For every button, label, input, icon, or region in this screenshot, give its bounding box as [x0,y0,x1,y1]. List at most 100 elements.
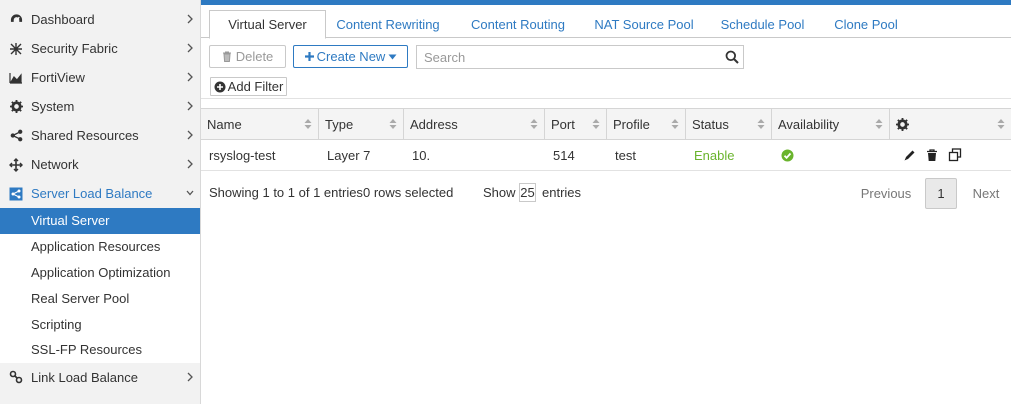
dashboard-icon [8,12,24,28]
tab-schedule-pool[interactable]: Schedule Pool [715,10,810,39]
sidebar-item-label: FortiView [31,70,85,85]
sort-icon [304,119,312,129]
column-header-availability[interactable]: Availability [772,109,890,139]
network-icon [8,157,24,173]
edit-icon[interactable] [901,147,917,163]
sidebar-subitem-scripting[interactable]: Scripting [0,311,200,337]
column-header-label: Port [551,116,575,132]
column-header-port[interactable]: Port [545,109,607,139]
cell-availability [775,140,794,170]
next-page-button[interactable]: Next [966,178,1006,209]
show-label: Show [483,185,516,200]
tab-content-rewriting[interactable]: Content Rewriting [329,10,447,39]
column-header-type[interactable]: Type [319,109,404,139]
column-header-label: Availability [778,116,840,132]
column-header-profile[interactable]: Profile [607,109,686,139]
create-new-button[interactable]: Create New [293,45,408,68]
gear-icon [896,117,909,131]
delete-button[interactable]: Delete [209,45,286,68]
delete-button-label: Delete [235,49,274,64]
sort-icon [592,119,600,129]
sidebar-item-label: Link Load Balance [31,369,138,385]
search-icon[interactable] [725,50,739,64]
sort-icon [671,119,679,129]
plus-circle-icon [214,81,226,92]
rows-selected-text: 0 rows selected [363,185,454,200]
column-header-address[interactable]: Address [404,109,545,139]
entries-summary: Showing 1 to 1 of 1 entries [209,185,363,200]
sort-icon [757,119,765,129]
chevron-right-icon [187,101,193,111]
chevron-right-icon [187,159,193,169]
entries-label: entries [542,185,582,200]
tab-content-routing[interactable]: Content Routing [463,10,573,39]
add-filter-button[interactable]: Add Filter [210,77,287,96]
cell-profile: test [615,147,636,163]
trash-icon [222,51,231,62]
sort-icon [997,119,1005,129]
sidebar-item-network[interactable]: Network [0,150,200,179]
chevron-right-icon [187,130,193,140]
link-icon [8,369,24,385]
sidebar-item-label: Server Load Balance [31,186,153,201]
column-header-settings[interactable] [890,109,1011,139]
plus-icon [304,52,314,61]
chevron-right-icon [187,372,193,382]
cell-status: Enable [694,147,735,163]
cell-name: rsyslog-test [209,147,276,163]
sidebar-item-label: Dashboard [31,12,95,27]
column-header-label: Status [692,116,729,132]
cell-type: Layer 7 [327,147,371,163]
tab-nat-source-pool[interactable]: NAT Source Pool [589,10,699,39]
column-header-status[interactable]: Status [686,109,772,139]
chevron-right-icon [187,72,193,82]
search-field [416,45,744,69]
column-header-name[interactable]: Name [201,109,319,139]
tab-virtual-server[interactable]: Virtual Server [209,10,326,39]
sort-icon [389,119,397,129]
search-input[interactable] [417,46,717,68]
sidebar: Dashboard Security Fabric FortiView Syst… [0,0,201,404]
check-circle-icon [781,149,794,161]
sidebar-subitem-ssl-fp-resources[interactable]: SSL-FP Resources [0,336,200,363]
sort-icon [875,119,883,129]
sidebar-item-system[interactable]: System [0,92,200,121]
column-header-label: Profile [613,116,650,132]
page-1-button[interactable]: 1 [925,178,957,209]
table-row[interactable]: rsyslog-test Layer 7 10. 514 test Enable [201,140,1011,171]
sidebar-item-fortiview[interactable]: FortiView [0,63,200,92]
sidebar-item-security-fabric[interactable]: Security Fabric [0,34,200,63]
sort-icon [530,119,538,129]
fortiview-icon [8,70,24,86]
sidebar-subitem-application-resources[interactable]: Application Resources [0,233,200,260]
page-size-select[interactable]: 25 [519,183,536,202]
security-fabric-icon [8,41,24,57]
sidebar-item-label: Security Fabric [31,41,118,56]
add-filter-label: Add Filter [227,79,284,94]
sidebar-subitem-application-optimization[interactable]: Application Optimization [0,259,200,286]
row-actions [901,147,963,163]
table-header: Name Type Address Port Profile Status Av… [201,108,1011,140]
caret-down-icon [388,54,397,59]
chevron-right-icon [187,43,193,53]
sidebar-item-link-load-balance[interactable]: Link Load Balance [0,363,200,392]
sidebar-subitem-virtual-server[interactable]: Virtual Server [0,208,200,234]
server-load-balance-icon [8,186,24,202]
sidebar-item-shared-resources[interactable]: Shared Resources [0,121,200,150]
chevron-down-icon [186,190,194,196]
tab-clone-pool[interactable]: Clone Pool [826,10,906,39]
create-new-button-label: Create New [316,49,386,64]
column-header-label: Name [207,116,242,132]
trash-icon[interactable] [924,147,940,163]
clone-icon[interactable] [947,147,963,163]
sidebar-item-server-load-balance[interactable]: Server Load Balance [0,179,200,208]
sidebar-subitem-real-server-pool[interactable]: Real Server Pool [0,285,200,312]
chevron-right-icon [187,14,193,24]
sidebar-item-label: System [31,99,75,114]
filter-row [201,74,1011,99]
sidebar-item-dashboard[interactable]: Dashboard [0,5,200,34]
share-icon [8,128,24,144]
sidebar-item-label: Network [31,157,79,172]
tab-bar: Virtual Server Content Rewriting Content… [201,5,1011,39]
previous-page-button[interactable]: Previous [857,178,915,209]
